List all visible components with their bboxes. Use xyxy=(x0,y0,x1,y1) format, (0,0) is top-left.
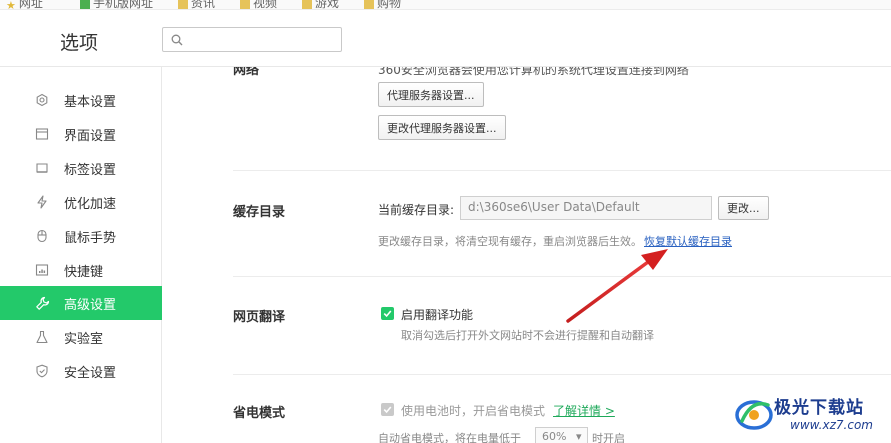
checkmark-icon xyxy=(383,406,392,414)
logo-icon xyxy=(735,400,773,430)
sidebar-item-label: 基本设置 xyxy=(64,94,117,110)
translate-checkbox-label: 启用翻译功能 xyxy=(401,308,474,322)
star-icon: ★ xyxy=(6,0,16,10)
sidebar-item-label: 界面设置 xyxy=(64,128,117,144)
chevron-down-icon: ▾ xyxy=(575,430,582,443)
proxy-settings-button[interactable]: 代理服务器设置... xyxy=(378,82,484,107)
auto-power-prefix: 自动省电模式，将在电量低于 xyxy=(378,432,521,443)
folder-icon xyxy=(302,0,312,9)
section-divider xyxy=(233,276,891,277)
section-divider xyxy=(233,374,891,375)
sidebar-item-interface[interactable]: 界面设置 xyxy=(0,117,162,151)
sidebar-item-label: 安全设置 xyxy=(64,365,117,381)
watermark-name: 极光下载站 xyxy=(774,398,864,418)
sidebar-item-label: 鼠标手势 xyxy=(64,230,117,246)
sidebar-item-shortcuts[interactable]: 快捷键 xyxy=(0,253,162,287)
search-icon xyxy=(171,34,183,46)
translate-checkbox[interactable] xyxy=(381,307,394,320)
checkmark-icon xyxy=(383,310,392,318)
lightning-icon xyxy=(34,194,50,210)
sidebar-item-basic[interactable]: 基本设置 xyxy=(0,83,162,117)
sidebar-item-label: 标签设置 xyxy=(64,162,117,178)
mouse-icon xyxy=(34,228,50,244)
wrench-icon xyxy=(34,295,50,311)
folder-icon xyxy=(80,0,90,9)
bookmark-item[interactable]: 手机版网址 xyxy=(80,0,153,9)
section-title-translate: 网页翻译 xyxy=(233,310,286,325)
cache-path-field: d:\360se6\User Data\Default xyxy=(460,196,712,220)
window-icon xyxy=(34,126,50,142)
network-description: 360安全浏览器会使用您计算机的系统代理设置连接到网络 xyxy=(378,67,689,77)
section-title-cache: 缓存目录 xyxy=(233,205,286,220)
sidebar-item-label: 快捷键 xyxy=(64,264,104,280)
battery-threshold-value: 60% xyxy=(542,430,567,443)
bookmark-item[interactable]: 视频 xyxy=(240,0,277,9)
sidebar: 基本设置 界面设置 标签设置 优化加速 鼠标手势 快捷键 高级设置 实验室 安全… xyxy=(0,67,162,443)
folder-icon xyxy=(364,0,374,9)
watermark-logo: 极光下载站 www.xz7.com xyxy=(730,387,891,443)
auto-power-suffix: 时开启 xyxy=(592,432,625,443)
sidebar-item-security[interactable]: 安全设置 xyxy=(0,354,162,388)
restore-default-cache-link[interactable]: 恢复默认缓存目录 xyxy=(644,233,732,249)
gear-icon xyxy=(34,92,50,108)
learn-more-link[interactable]: 了解详情 > xyxy=(553,402,615,419)
bookmark-item[interactable]: 资讯 xyxy=(178,0,215,9)
change-proxy-button[interactable]: 更改代理服务器设置... xyxy=(378,115,506,140)
sidebar-item-lab[interactable]: 实验室 xyxy=(0,320,162,354)
watermark-url: www.xz7.com xyxy=(790,418,873,432)
section-divider xyxy=(233,170,891,171)
folder-icon xyxy=(240,0,250,9)
flask-icon xyxy=(34,329,50,345)
search-input[interactable] xyxy=(189,31,337,49)
shield-icon xyxy=(34,363,50,379)
sidebar-item-label: 优化加速 xyxy=(64,196,117,212)
translate-description: 取消勾选后打开外文网站时不会进行提醒和自动翻译 xyxy=(401,329,654,342)
bookmark-item[interactable]: 游戏 xyxy=(302,0,339,9)
power-saving-checkbox[interactable] xyxy=(381,403,394,416)
battery-threshold-select[interactable]: 60% ▾ xyxy=(535,427,589,443)
sidebar-item-label: 高级设置 xyxy=(64,297,117,313)
sidebar-item-tabs[interactable]: 标签设置 xyxy=(0,151,162,185)
bookmark-item[interactable]: ★ 网址 xyxy=(6,0,43,10)
power-saving-label: 使用电池时，开启省电模式 xyxy=(401,404,546,418)
sidebar-item-label: 实验室 xyxy=(64,331,104,347)
sidebar-item-advanced[interactable]: 高级设置 xyxy=(0,286,162,320)
bookmark-item[interactable]: 购物 xyxy=(364,0,401,9)
folder-icon xyxy=(178,0,188,9)
keyboard-icon xyxy=(34,262,50,278)
tab-icon xyxy=(34,160,50,176)
page-title: 选项 xyxy=(60,32,99,54)
bookmarks-bar: ★ 网址 手机版网址 资讯 视频 游戏 购物 xyxy=(0,0,891,10)
sidebar-item-optimize[interactable]: 优化加速 xyxy=(0,185,162,219)
search-box[interactable] xyxy=(162,27,342,52)
options-page: ★ 网址 手机版网址 资讯 视频 游戏 购物 选项 基本设置 界面设置 标签设置… xyxy=(0,0,891,443)
cache-description: 更改缓存目录，将清空现有缓存，重启浏览器后生效。 xyxy=(378,235,642,248)
current-cache-label: 当前缓存目录: xyxy=(378,203,455,217)
sidebar-item-mouse-gesture[interactable]: 鼠标手势 xyxy=(0,219,162,253)
section-title-network: 网络 xyxy=(233,67,260,78)
change-cache-button[interactable]: 更改... xyxy=(718,196,769,220)
section-title-power: 省电模式 xyxy=(233,406,286,421)
